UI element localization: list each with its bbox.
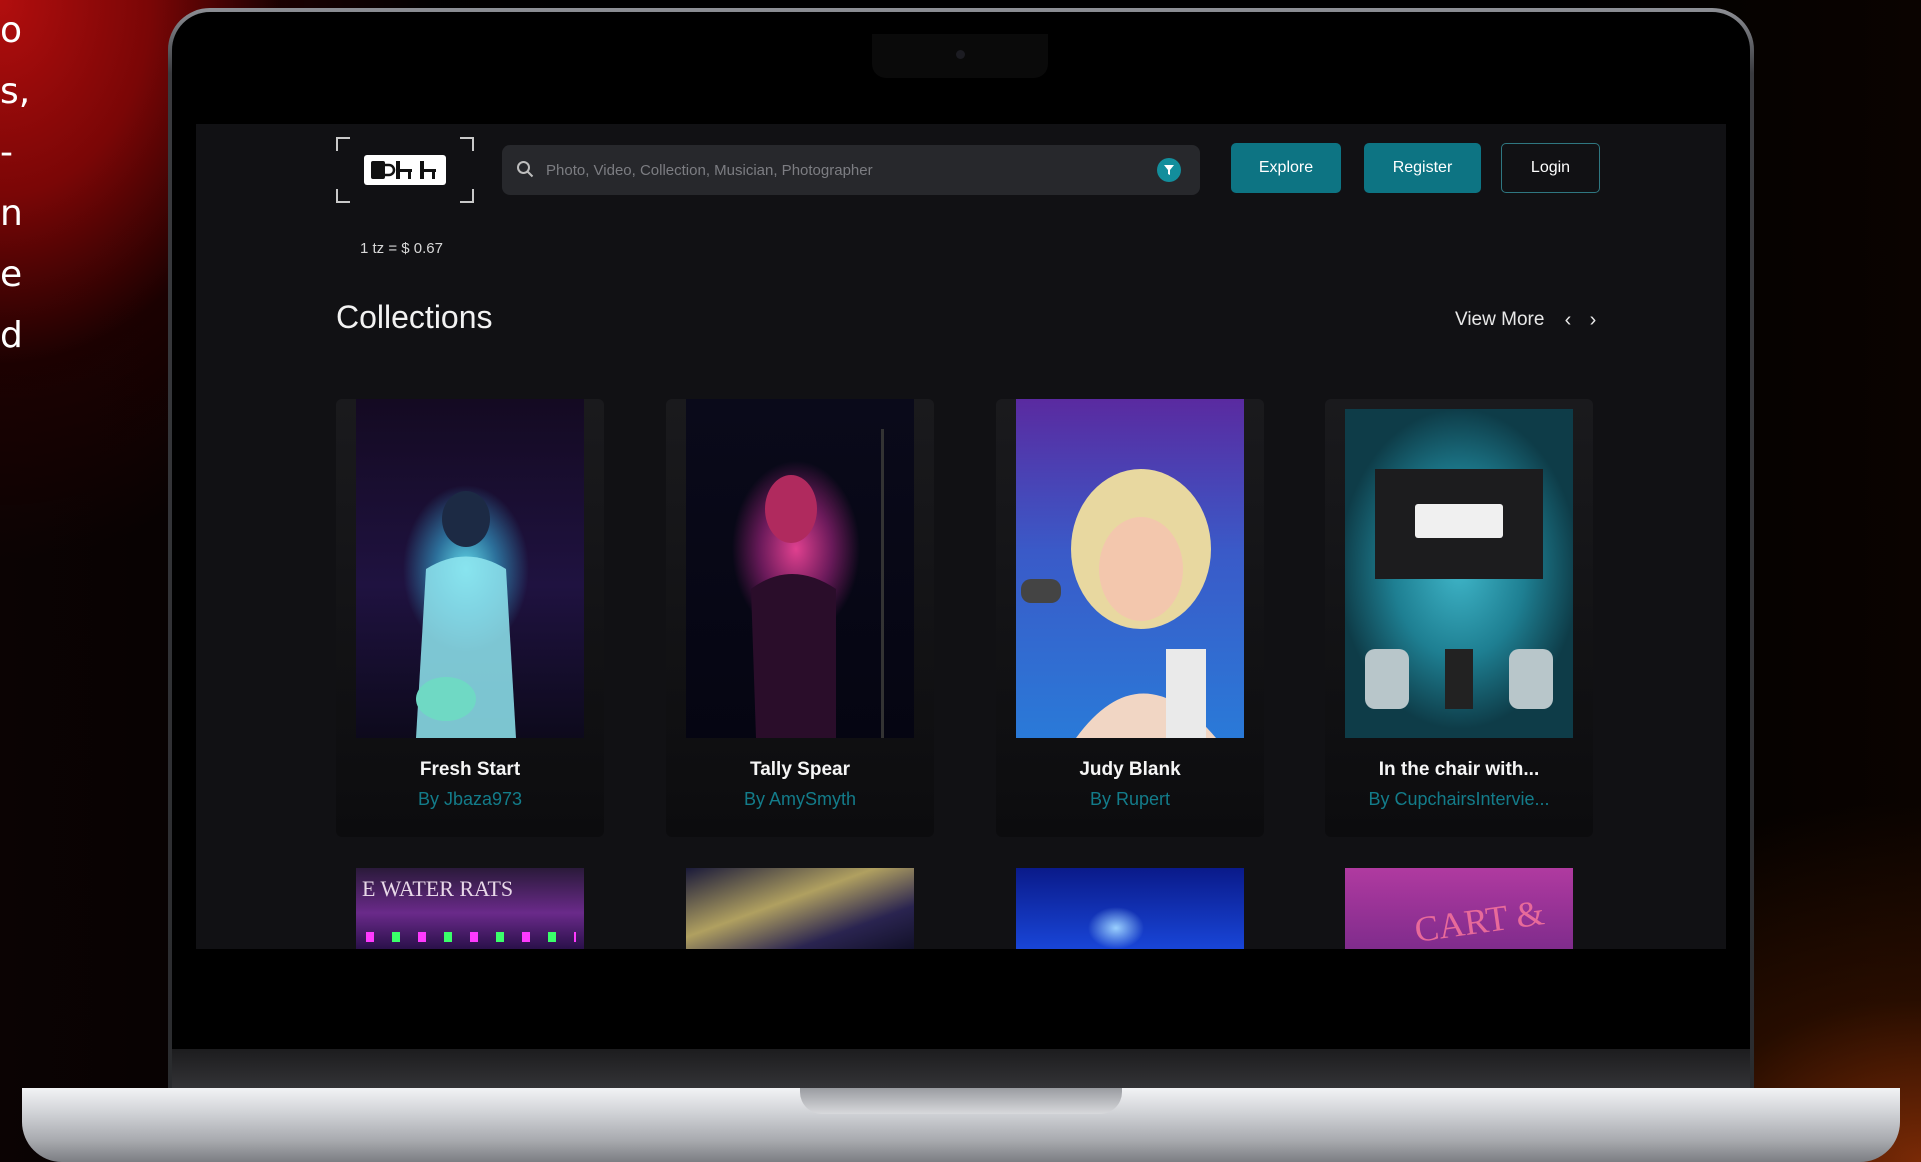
image-caption-text: E WATER RATS: [362, 876, 514, 901]
side-caption-line: d: [0, 315, 23, 356]
register-button[interactable]: Register: [1364, 143, 1481, 193]
collection-title: Judy Blank: [1079, 759, 1181, 780]
view-more-link[interactable]: View More: [1455, 309, 1544, 331]
side-caption-line: e: [0, 254, 23, 295]
explore-button[interactable]: Explore: [1231, 143, 1341, 193]
collection-image: [356, 399, 584, 738]
login-button[interactable]: Login: [1501, 143, 1600, 193]
cup-chairs-logo-icon: [364, 155, 446, 185]
search-bar[interactable]: [502, 145, 1200, 195]
side-caption: o s, - n e d: [0, 0, 40, 366]
laptop-lid: 1 tz = $ 0.67 Explore Register Login: [168, 8, 1754, 1098]
collection-author-link[interactable]: By Rupert: [996, 789, 1264, 810]
side-caption-line: n: [0, 193, 23, 234]
section-title: Collections: [336, 299, 493, 335]
collection-card[interactable]: Tally Spear By AmySmyth: [666, 399, 934, 837]
web-page: 1 tz = $ 0.67 Explore Register Login: [196, 124, 1726, 949]
laptop-opening-notch: [800, 1088, 1122, 1114]
image-caption-text: CART & H: [1412, 892, 1547, 949]
search-input[interactable]: [546, 158, 1146, 182]
laptop-base: [22, 1088, 1900, 1162]
camera-icon: [956, 50, 965, 59]
site-logo[interactable]: [336, 137, 474, 203]
filter-icon[interactable]: [1157, 158, 1181, 182]
token-rate: 1 tz = $ 0.67: [360, 240, 443, 257]
collection-card[interactable]: Fresh Start By Jbaza973: [336, 399, 604, 837]
chevron-right-icon[interactable]: ›: [1584, 309, 1602, 332]
laptop-bezel: 1 tz = $ 0.67 Explore Register Login: [172, 12, 1750, 1094]
collection-title: Fresh Start: [419, 759, 521, 780]
collection-author-link[interactable]: By CupchairsIntervie...: [1325, 789, 1593, 810]
side-caption-line: -: [0, 132, 13, 173]
collection-author-link[interactable]: By AmySmyth: [666, 789, 934, 810]
collection-card[interactable]: In the chair with... By CupchairsIntervi…: [1325, 399, 1593, 837]
collection-image[interactable]: [686, 868, 914, 949]
collection-title: In the chair with...: [1378, 759, 1540, 780]
chevron-left-icon[interactable]: ‹: [1559, 309, 1577, 332]
side-caption-line: s,: [0, 71, 31, 112]
collection-title: Tally Spear: [750, 759, 850, 780]
side-caption-line: o: [0, 10, 23, 51]
collection-image: [1016, 399, 1244, 738]
collection-image[interactable]: E WATER RATS: [356, 868, 584, 949]
collection-image[interactable]: CART & H: [1345, 868, 1573, 949]
collection-image: [686, 399, 914, 738]
collection-image[interactable]: [1016, 868, 1244, 949]
collection-card[interactable]: Judy Blank By Rupert: [996, 399, 1264, 837]
collection-author-link[interactable]: By Jbaza973: [336, 789, 604, 810]
search-icon: [517, 161, 534, 178]
camera-notch: [872, 34, 1048, 78]
collection-image: [1345, 409, 1573, 738]
